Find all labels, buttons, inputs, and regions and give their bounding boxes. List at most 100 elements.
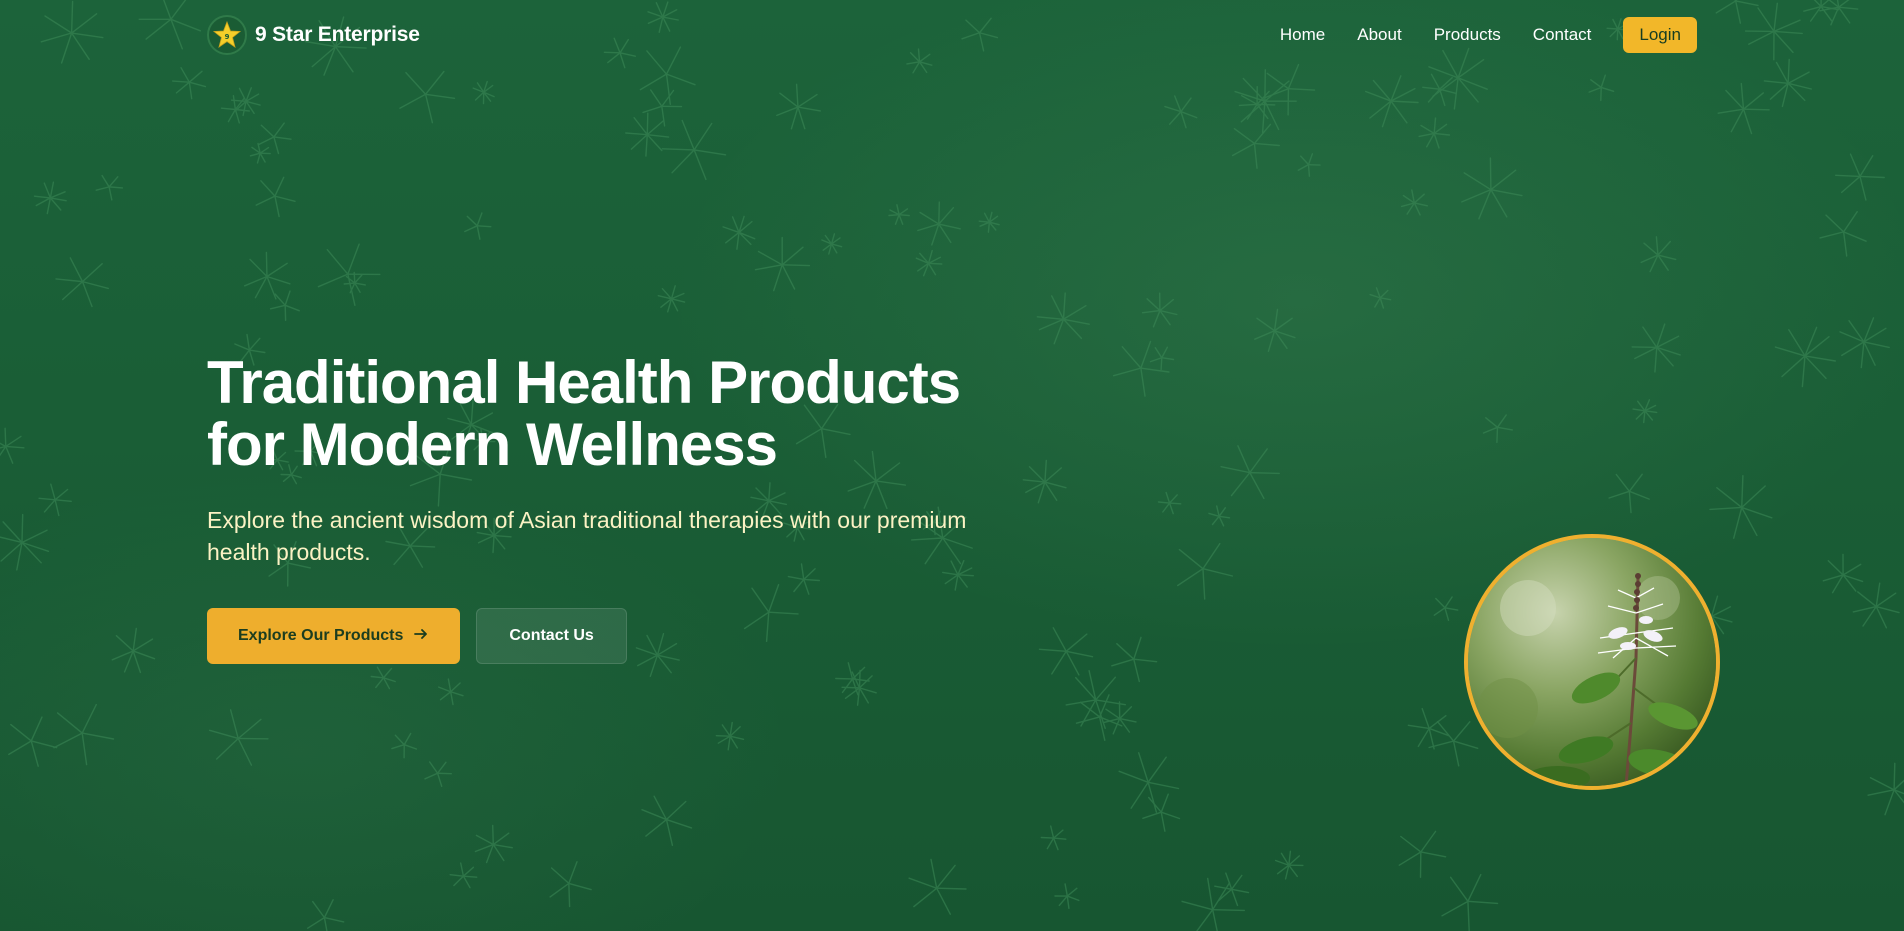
herb-texture-stroke	[1116, 643, 1135, 660]
arrow-right-icon	[413, 626, 429, 647]
login-button[interactable]: Login	[1623, 17, 1697, 53]
herb-texture-stroke	[255, 195, 276, 206]
herb-texture-stroke	[1273, 317, 1293, 332]
herb-texture-stroke	[462, 875, 478, 878]
herb-texture-stroke	[1141, 309, 1161, 314]
herb-texture-stroke	[394, 734, 405, 746]
herb-texture-stroke	[1159, 298, 1175, 312]
herb-texture-stroke	[4, 427, 7, 448]
herb-texture-stroke	[1202, 568, 1234, 577]
herb-texture-stroke	[1157, 501, 1171, 504]
herb-texture-stroke	[269, 304, 286, 310]
herb-texture-stroke	[790, 106, 799, 130]
herb-texture-stroke	[1418, 132, 1435, 138]
herb-texture-stroke	[115, 635, 134, 652]
herb-texture-stroke	[665, 800, 687, 821]
main-nav: Home About Products Contact Login	[1280, 17, 1697, 53]
nav-home[interactable]: Home	[1280, 25, 1325, 45]
herb-texture-stroke	[323, 899, 334, 919]
herb-texture-stroke	[1773, 19, 1801, 33]
herb-texture-stroke	[1742, 92, 1765, 110]
herb-texture-stroke	[1433, 132, 1440, 149]
herb-texture-stroke	[1438, 88, 1457, 95]
herb-texture-stroke	[323, 916, 328, 931]
herb-texture-stroke	[476, 225, 492, 228]
hero-subtext: Explore the ancient wisdom of Asian trad…	[207, 507, 967, 565]
explore-products-button[interactable]: Explore Our Products	[207, 608, 461, 664]
herb-texture-stroke	[1840, 175, 1861, 194]
herb-texture-stroke	[424, 93, 456, 100]
herb-texture-stroke	[1160, 811, 1181, 820]
herb-texture-stroke	[1230, 471, 1251, 497]
herb-texture-stroke	[898, 213, 904, 225]
herb-texture-stroke	[1211, 908, 1246, 912]
herb-texture-stroke	[1118, 770, 1149, 784]
herb-texture-stroke	[931, 223, 940, 246]
herb-texture-stroke	[317, 273, 349, 288]
herb-texture-stroke	[462, 866, 475, 877]
herb-texture-stroke	[449, 691, 454, 706]
herb-texture-stroke	[1133, 658, 1141, 683]
contact-us-button[interactable]: Contact Us	[476, 608, 627, 664]
herb-texture-stroke	[661, 105, 666, 127]
herb-texture-stroke	[1202, 568, 1206, 600]
herb-texture-stroke	[1146, 298, 1161, 312]
herb-texture-stroke	[550, 867, 570, 885]
herb-texture-stroke	[650, 89, 663, 108]
herb-texture-stroke	[781, 264, 811, 267]
herb-texture-stroke	[1254, 330, 1276, 340]
hero-content: Traditional Health Products for Modern W…	[207, 352, 1027, 664]
nav-products[interactable]: Products	[1434, 25, 1501, 45]
herb-texture-stroke	[1463, 172, 1492, 191]
herb-texture-stroke	[1773, 30, 1794, 54]
herb-texture-stroke	[70, 32, 104, 39]
herb-texture-stroke	[54, 499, 60, 517]
herb-texture-stroke	[1112, 717, 1121, 735]
herb-texture-stroke	[773, 264, 783, 292]
herb-texture-stroke	[1220, 466, 1251, 474]
herb-texture-stroke	[1112, 367, 1142, 377]
herb-texture-stroke	[50, 483, 56, 501]
herb-texture-stroke	[108, 186, 124, 189]
herb-texture-stroke	[1374, 297, 1381, 308]
herb-texture-stroke	[1052, 627, 1067, 652]
herb-texture-stroke	[1615, 473, 1631, 493]
herb-texture-stroke	[1773, 2, 1779, 33]
herb-texture-stroke	[1590, 79, 1602, 89]
herb-texture-stroke	[438, 686, 452, 693]
herb-texture-stroke	[237, 737, 253, 766]
herb-texture-stroke	[1433, 607, 1446, 616]
herb-texture-stroke	[33, 195, 52, 199]
herb-texture-stroke	[259, 152, 266, 163]
herb-texture-stroke	[274, 176, 285, 197]
herb-texture-stroke	[188, 70, 203, 83]
herb-texture-stroke	[1049, 825, 1055, 839]
herb-texture-stroke	[1747, 30, 1775, 45]
herb-texture-stroke	[1444, 607, 1459, 611]
herb-texture-stroke	[1249, 471, 1280, 475]
herb-texture-stroke	[1433, 132, 1451, 136]
herb-texture-stroke	[1452, 721, 1471, 742]
herb-texture-stroke	[1867, 789, 1895, 796]
herb-texture-stroke	[449, 691, 464, 697]
herb-texture-stroke	[249, 258, 268, 278]
herb-texture-stroke	[170, 0, 187, 20]
herb-texture-stroke	[1875, 592, 1897, 608]
nav-contact[interactable]: Contact	[1533, 25, 1592, 45]
herb-texture-stroke	[46, 197, 52, 215]
herb-texture-stroke	[1496, 426, 1514, 431]
herb-texture-stroke	[1214, 885, 1233, 890]
herb-texture-stroke	[1218, 507, 1227, 517]
brand[interactable]: 9 9 Star Enterprise	[207, 15, 420, 55]
herb-texture-stroke	[1256, 317, 1276, 332]
nav-about[interactable]: About	[1357, 25, 1401, 45]
herb-texture-stroke	[274, 195, 280, 218]
herb-texture-stroke	[1734, 0, 1742, 24]
herb-texture-stroke	[1417, 727, 1430, 748]
herb-texture-stroke	[1830, 6, 1840, 26]
herb-texture-stroke	[1178, 548, 1204, 570]
herb-texture-stroke	[1422, 86, 1441, 90]
herb-texture-stroke	[260, 124, 275, 138]
herb-texture-stroke	[1643, 242, 1659, 256]
herb-texture-stroke	[1160, 357, 1163, 371]
